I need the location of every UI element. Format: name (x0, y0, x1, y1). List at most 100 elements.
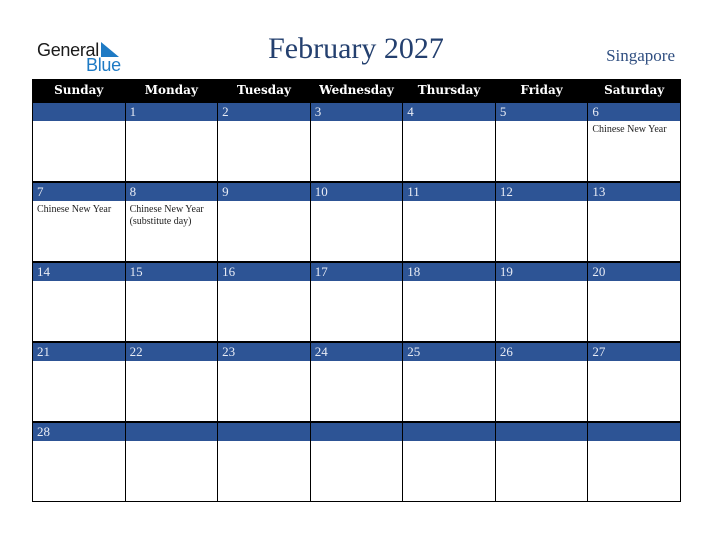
day-event (588, 441, 680, 501)
day-number: 13 (588, 183, 680, 201)
day-number: 5 (495, 103, 588, 121)
day-event (496, 201, 588, 261)
day-cell[interactable]: 11 (402, 181, 496, 262)
day-cell[interactable]: 8 Chinese New Year (substitute day) (124, 181, 219, 262)
day-event (218, 201, 310, 261)
day-cell[interactable]: 23 (217, 341, 311, 422)
weekday-header: Monday (124, 79, 219, 102)
day-event (126, 441, 218, 501)
day-event (588, 281, 680, 341)
day-number: 25 (403, 343, 495, 361)
day-number: 2 (218, 103, 310, 121)
day-cell[interactable]: 12 (494, 181, 589, 262)
day-event (403, 441, 495, 501)
day-number: 16 (218, 263, 310, 281)
day-event (311, 281, 403, 341)
week-row: 7 Chinese New Year 8 Chinese New Year (subs… (32, 181, 681, 262)
day-event (403, 201, 495, 261)
day-cell[interactable]: 15 (124, 261, 219, 342)
day-cell[interactable]: 22 (124, 341, 219, 422)
day-number (588, 423, 680, 441)
day-event (33, 441, 125, 501)
day-cell[interactable] (32, 101, 126, 182)
day-cell[interactable]: 9 (217, 181, 311, 262)
day-number (310, 423, 403, 441)
day-cell[interactable]: 26 (494, 341, 589, 422)
day-number: 26 (495, 343, 588, 361)
day-number: 15 (125, 263, 218, 281)
day-cell[interactable] (494, 421, 589, 502)
day-event (218, 121, 310, 181)
day-number (125, 423, 218, 441)
day-cell[interactable] (217, 421, 311, 502)
day-cell[interactable]: 13 (587, 181, 681, 262)
day-number: 17 (310, 263, 403, 281)
day-cell[interactable]: 1 (124, 101, 219, 182)
day-event (311, 201, 403, 261)
day-cell[interactable]: 21 (32, 341, 126, 422)
day-event (496, 441, 588, 501)
day-cell[interactable] (402, 421, 496, 502)
day-event (218, 441, 310, 501)
day-event (126, 281, 218, 341)
day-number: 12 (495, 183, 588, 201)
day-cell[interactable]: 24 (309, 341, 404, 422)
weekday-header: Thursday (402, 79, 496, 102)
day-event (126, 121, 218, 181)
day-number: 9 (218, 183, 310, 201)
day-cell[interactable]: 25 (402, 341, 496, 422)
day-number: 18 (403, 263, 495, 281)
week-row: 14 15 16 17 18 19 20 (32, 261, 681, 342)
day-number: 27 (588, 343, 680, 361)
day-cell[interactable]: 4 (402, 101, 496, 182)
day-cell[interactable] (587, 421, 681, 502)
day-cell[interactable]: 5 (494, 101, 589, 182)
calendar-grid: Sunday Monday Tuesday Wednesday Thursday… (32, 79, 681, 502)
day-number (495, 423, 588, 441)
day-cell[interactable]: 10 (309, 181, 404, 262)
day-number: 3 (310, 103, 403, 121)
day-event: Chinese New Year (592, 124, 667, 135)
day-event (311, 361, 403, 421)
day-number: 23 (218, 343, 310, 361)
weekday-header: Friday (494, 79, 589, 102)
day-number: 4 (403, 103, 495, 121)
day-event (496, 121, 588, 181)
day-number: 24 (310, 343, 403, 361)
country-label: Singapore (606, 46, 675, 65)
day-event (311, 441, 403, 501)
day-cell[interactable] (124, 421, 219, 502)
weekday-header: Tuesday (217, 79, 311, 102)
day-event (403, 361, 495, 421)
day-number: 7 (33, 183, 125, 201)
day-cell[interactable]: 17 (309, 261, 404, 342)
day-cell[interactable]: 20 (587, 261, 681, 342)
day-event (33, 361, 125, 421)
day-number: 14 (33, 263, 125, 281)
day-event (311, 121, 403, 181)
weekday-header: Saturday (587, 79, 681, 102)
day-cell[interactable]: 19 (494, 261, 589, 342)
day-cell[interactable]: 3 (309, 101, 404, 182)
day-cell[interactable]: 7 Chinese New Year (32, 181, 126, 262)
day-cell[interactable] (309, 421, 404, 502)
day-event: Chinese New Year (37, 204, 112, 215)
day-number: 10 (310, 183, 403, 201)
day-cell[interactable]: 14 (32, 261, 126, 342)
day-event (33, 281, 125, 341)
day-number: 6 (588, 103, 680, 121)
day-cell[interactable]: 28 (32, 421, 126, 502)
week-row: 21 22 23 24 25 26 27 (32, 341, 681, 422)
day-number: 22 (125, 343, 218, 361)
day-cell[interactable]: 27 (587, 341, 681, 422)
day-cell[interactable]: 6 Chinese New Year (587, 101, 681, 182)
day-number (403, 423, 495, 441)
day-number: 21 (33, 343, 125, 361)
day-cell[interactable]: 18 (402, 261, 496, 342)
day-number: 19 (495, 263, 588, 281)
day-cell[interactable]: 16 (217, 261, 311, 342)
day-event (403, 281, 495, 341)
day-cell[interactable]: 2 (217, 101, 311, 182)
week-row: 28 (32, 421, 681, 502)
day-number (33, 103, 125, 121)
